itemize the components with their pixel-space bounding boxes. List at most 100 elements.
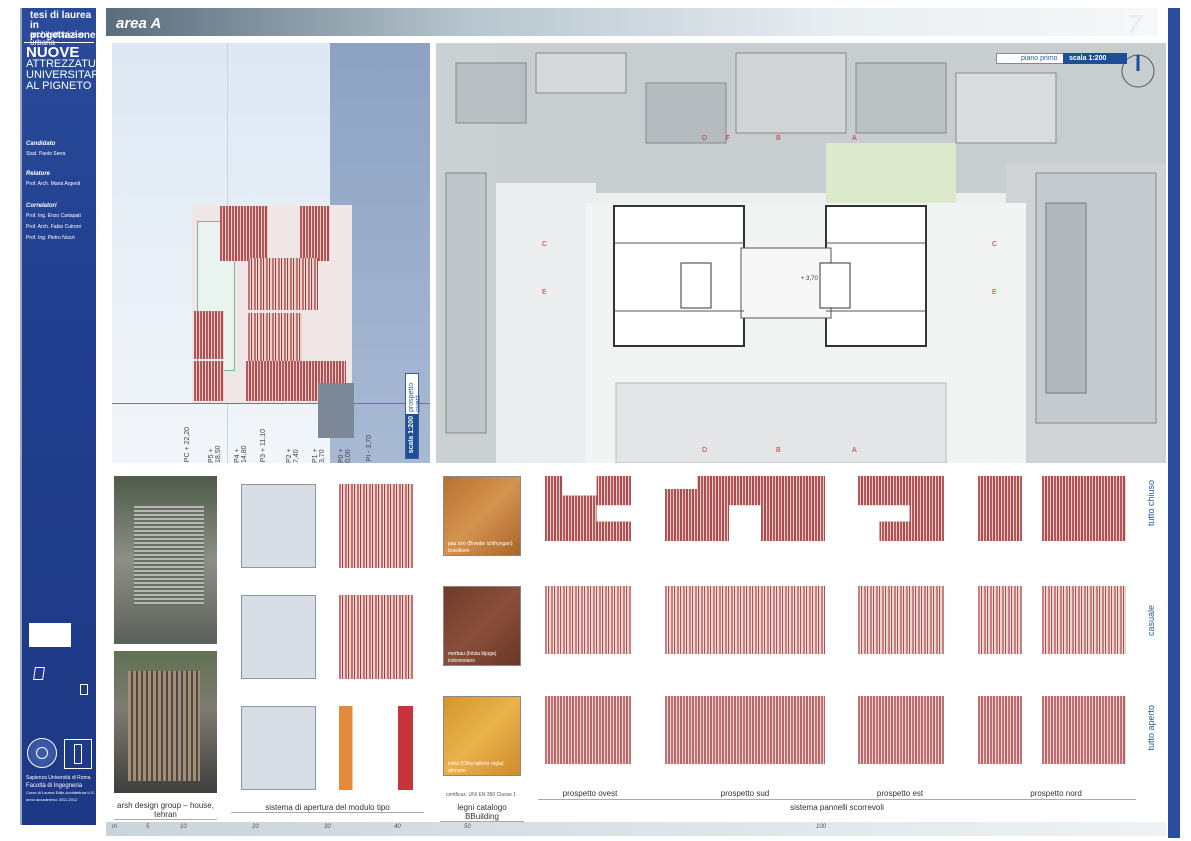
elevation-label-box: prospetto ovest scala 1:200 bbox=[405, 373, 422, 459]
page-number: 7 bbox=[1127, 9, 1142, 39]
wood-2-name: merbau (Intsia bijuga) bbox=[448, 651, 497, 657]
ruler-tick-5: 5 bbox=[146, 824, 150, 830]
wood-3-origin: africano bbox=[448, 768, 466, 774]
advisor-heading: Relatore bbox=[26, 171, 51, 177]
prospetto-est: prospetto est bbox=[876, 789, 924, 798]
panel-open-nord-b bbox=[1042, 696, 1126, 764]
prospetto-sud: prospetto sud bbox=[720, 789, 770, 798]
ground-line bbox=[112, 403, 430, 404]
university-line-2: Facoltà di Ingegneria bbox=[26, 783, 83, 789]
basement-ramp bbox=[318, 383, 354, 438]
panels-divider bbox=[538, 799, 1136, 800]
panel-random-nord-b bbox=[1042, 586, 1126, 654]
sidebar: tesi di laurea in progettazione architet… bbox=[20, 8, 111, 825]
wood-cert: certificaz. UNI EN 350 Classe 1 bbox=[446, 792, 517, 798]
university-line-1: Sapienza Università di Roma bbox=[26, 775, 91, 781]
section-top-d: D bbox=[702, 135, 708, 142]
header-bar: area A 7 bbox=[106, 8, 1158, 39]
module-open-color bbox=[339, 706, 413, 790]
plan-label: piano primo bbox=[1021, 55, 1058, 62]
level-p0: P0 + 0,00 bbox=[338, 448, 352, 463]
panel-block-5 bbox=[248, 313, 302, 363]
ruler-tick-100: 100 bbox=[816, 824, 827, 830]
level-p2: P2 + 7,40 bbox=[286, 448, 300, 463]
wood-sample-3: iroko (Chlorophora regia) africano bbox=[443, 696, 521, 776]
university-line-4: anno accademico 2011-2012 bbox=[26, 797, 78, 802]
thesis-line-1: tesi di laurea bbox=[30, 10, 92, 21]
level-mark: + 3,70 bbox=[801, 276, 818, 282]
section-right-c: C bbox=[992, 241, 998, 248]
panel-block-3 bbox=[248, 258, 318, 310]
level-p3: P3 + 11,10 bbox=[260, 429, 267, 463]
west-elevation-drawing: PC + 22,20 P5 + 18,50 P4 + 14,80 P3 + 11… bbox=[112, 43, 430, 463]
panel-block-1 bbox=[220, 206, 268, 261]
panel-closed-nord-a bbox=[978, 476, 1022, 541]
section-left-e: E bbox=[542, 289, 547, 296]
coadvisor-1: Prof. Ing. Enzo Cartapati bbox=[26, 213, 81, 219]
section-top-f: F bbox=[726, 135, 731, 142]
wood-1-origin: brasiliano bbox=[448, 548, 470, 554]
module-closed-front bbox=[241, 484, 316, 568]
university-seal-icon bbox=[27, 738, 57, 768]
panel-random-est bbox=[858, 586, 944, 654]
title-line-4: AL PIGNETO bbox=[26, 80, 92, 92]
level-pi: PI - 3,70 bbox=[366, 435, 373, 462]
page-icon-small bbox=[80, 684, 88, 695]
faculty-logo-icon bbox=[64, 739, 92, 769]
panel-block-2 bbox=[300, 206, 330, 261]
wood-sample-1: pau ciro (Bowdie ichthyogan) brasiliano bbox=[443, 476, 521, 556]
candidate-name: Stud. Paolo Serra bbox=[26, 151, 66, 157]
panel-open-sud bbox=[665, 696, 825, 764]
area-title: area A bbox=[116, 15, 162, 32]
state-open: tutto aperto bbox=[1146, 705, 1156, 751]
advisor-name: Prof. Arch. Maria Argenti bbox=[26, 181, 81, 187]
panel-open-ovest bbox=[545, 696, 631, 764]
wood-caption: legni catalogo BBuilding bbox=[440, 803, 524, 822]
scale-ruler: m 5 10 20 30 40 50 100 bbox=[106, 822, 1166, 836]
panel-random-ovest bbox=[545, 586, 631, 654]
wood-3-name: iroko (Chlorophora regia) bbox=[448, 761, 504, 767]
section-right-e: E bbox=[992, 289, 997, 296]
plan-scale: scala 1:200 bbox=[1069, 55, 1107, 62]
state-closed: tutto chiuso bbox=[1146, 480, 1156, 527]
university-line-3: Corso di Laurea Edile-Architettura U.E. bbox=[26, 790, 96, 795]
wood-sample-2: merbau (Intsia bijuga) indonesiano bbox=[443, 586, 521, 666]
ruler-tick-50: 50 bbox=[464, 824, 471, 830]
panel-random-nord-a bbox=[978, 586, 1022, 654]
section-bottom-b: B bbox=[776, 447, 781, 454]
sidebar-divider bbox=[24, 42, 94, 43]
panel-closed-nord-b bbox=[1042, 476, 1126, 541]
level-p4: P4 + 14,80 bbox=[234, 445, 248, 463]
elevation-label: prospetto ovest bbox=[408, 382, 422, 412]
prospetto-ovest: prospetto ovest bbox=[562, 789, 618, 798]
right-edge-bar bbox=[1168, 8, 1180, 838]
level-p5: P5 + 18,50 bbox=[208, 445, 222, 463]
wood-1-name: pau ciro (Bowdie ichthyogan) bbox=[448, 541, 513, 547]
white-tab bbox=[29, 623, 71, 647]
ruler-tick-10: 10 bbox=[180, 824, 187, 830]
ruler-unit: m bbox=[112, 824, 117, 830]
section-bottom-d: D bbox=[702, 447, 708, 454]
coadvisor-3: Prof. Ing. Pietro Nozzi bbox=[26, 235, 75, 241]
level-p1: P1 + 3,70 bbox=[312, 448, 326, 463]
opening-caption: sistema di apertura del modulo tipo bbox=[231, 803, 424, 813]
page-icon bbox=[33, 667, 45, 680]
state-random: casuale bbox=[1146, 605, 1156, 637]
panels-caption: sistema pannelli scorrevoli bbox=[790, 803, 884, 812]
elevation-scale: scala 1:200 bbox=[408, 416, 415, 454]
reference-photo-2 bbox=[114, 651, 217, 793]
section-top-b: B bbox=[776, 135, 781, 142]
section-bottom-a: A bbox=[852, 447, 857, 454]
panel-block-4 bbox=[194, 311, 224, 359]
ruler-tick-30: 30 bbox=[324, 824, 331, 830]
reference-photo-1 bbox=[114, 476, 217, 644]
ruler-tick-20: 20 bbox=[252, 824, 259, 830]
panel-open-est bbox=[858, 696, 944, 764]
photo-caption: arsh design group – house, tehran bbox=[114, 801, 217, 820]
prospetto-nord: prospetto nord bbox=[1030, 789, 1082, 798]
panel-block-7 bbox=[194, 361, 224, 401]
candidate-heading: Candidato bbox=[26, 141, 56, 147]
coadvisor-2: Prof. Arch. Fabio Cutroni bbox=[26, 224, 81, 230]
coadvisors-heading: Correlatori bbox=[26, 203, 57, 209]
panel-random-sud bbox=[665, 586, 825, 654]
